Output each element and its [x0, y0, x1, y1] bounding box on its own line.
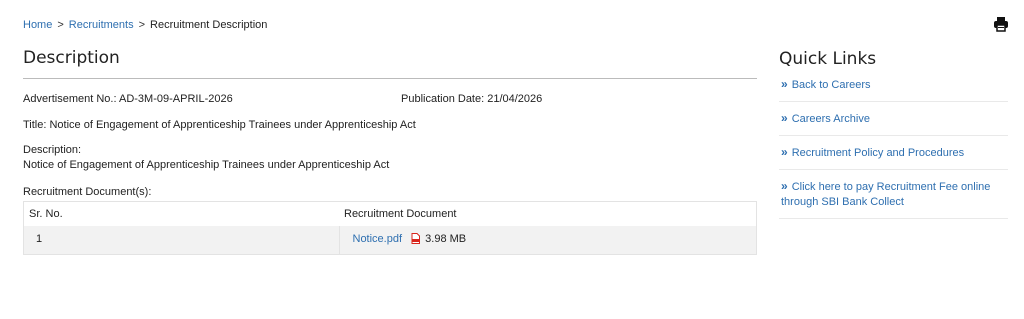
- quick-link-label[interactable]: Careers Archive: [792, 113, 870, 125]
- breadcrumb-recruitments-link[interactable]: Recruitments: [69, 19, 134, 31]
- quick-link-pay-fee[interactable]: » Click here to pay Recruitment Fee onlin…: [779, 176, 1008, 219]
- meta-row: Advertisement No.: AD-3M-09-APRIL-2026 P…: [23, 93, 757, 107]
- breadcrumb: Home > Recruitments > Recruitment Descriptio…: [23, 19, 267, 31]
- double-chevron-icon: »: [781, 77, 788, 91]
- table-header-row: Sr. No. Recruitment Document: [23, 201, 757, 226]
- publication-date: Publication Date: 21/04/2026: [401, 93, 543, 105]
- quick-link-back-to-careers[interactable]: » Back to Careers: [779, 74, 1008, 102]
- header-sr-no: Sr. No.: [23, 201, 339, 226]
- description-section: Description Advertisement No.: AD-3M-09-…: [23, 48, 757, 255]
- quick-link-label[interactable]: Back to Careers: [792, 79, 871, 91]
- printer-icon[interactable]: [993, 16, 1009, 32]
- advertisement-number: Advertisement No.: AD-3M-09-APRIL-2026: [23, 93, 233, 105]
- documents-label: Recruitment Document(s):: [23, 186, 152, 198]
- row-sr-no: 1: [23, 226, 339, 255]
- header-document: Recruitment Document: [339, 201, 757, 226]
- double-chevron-icon: »: [781, 145, 788, 159]
- description-label: Description:: [23, 144, 82, 156]
- breadcrumb-home-link[interactable]: Home: [23, 19, 52, 31]
- quick-link-careers-archive[interactable]: » Careers Archive: [779, 108, 1008, 136]
- recruitment-title: Title: Notice of Engagement of Apprentic…: [23, 119, 416, 131]
- document-size: 3.98 MB: [425, 233, 467, 245]
- row-document-cell: Notice.pdf 3.98 MB: [338, 226, 757, 255]
- quick-link-label[interactable]: Recruitment Policy and Procedures: [792, 147, 964, 159]
- quick-link-recruitment-policy[interactable]: » Recruitment Policy and Procedures: [779, 142, 1008, 170]
- page-title: Description: [23, 48, 757, 79]
- document-link[interactable]: Notice.pdf: [353, 233, 403, 245]
- documents-table: Sr. No. Recruitment Document 1 Notice.pd…: [23, 201, 757, 255]
- description-text: Notice of Engagement of Apprenticeship T…: [23, 159, 390, 171]
- double-chevron-icon: »: [781, 179, 788, 193]
- double-chevron-icon: »: [781, 111, 788, 125]
- quick-links-panel: Quick Links » Back to Careers » Careers Ar…: [779, 49, 1008, 225]
- breadcrumb-current: Recruitment Description: [150, 19, 268, 31]
- table-row: 1 Notice.pdf 3.98 MB: [23, 226, 757, 255]
- quick-links-title: Quick Links: [779, 49, 877, 69]
- pdf-icon: [411, 233, 421, 244]
- breadcrumb-separator: >: [138, 19, 146, 31]
- quick-link-label[interactable]: Click here to pay Recruitment Fee online…: [781, 181, 990, 208]
- breadcrumb-separator: >: [57, 19, 64, 31]
